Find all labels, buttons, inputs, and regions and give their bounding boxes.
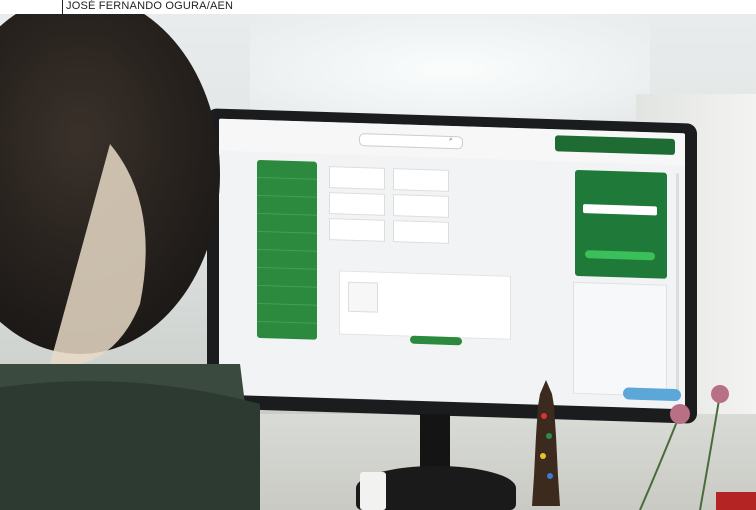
screen-tracking-panel bbox=[575, 169, 667, 279]
screen-tracking-button bbox=[585, 250, 655, 261]
monitor-screen: ⌕ bbox=[219, 118, 685, 410]
screen-card bbox=[393, 168, 450, 192]
screen-search-bar bbox=[359, 133, 463, 150]
screen-section-cards bbox=[327, 164, 513, 256]
screen-registry-logo bbox=[348, 281, 378, 313]
screen-card bbox=[329, 166, 385, 190]
screen-tracking-input bbox=[583, 204, 657, 216]
screen-section-registry bbox=[327, 258, 513, 384]
screen-sidebar-item bbox=[257, 159, 317, 180]
person-silhouette bbox=[0, 14, 260, 510]
screen-sidebar-item bbox=[257, 195, 317, 216]
screen-sidebar-item bbox=[257, 213, 317, 234]
screen-sidebar-item bbox=[257, 249, 317, 270]
background-window-light bbox=[250, 14, 650, 124]
screen-card bbox=[393, 220, 450, 244]
screen-header: ⌕ bbox=[219, 118, 685, 166]
screen-sidebar bbox=[257, 159, 317, 340]
screen-sidebar-item bbox=[257, 267, 317, 288]
screen-scrollbar bbox=[676, 173, 679, 394]
photo-credit: JOSÉ FERNANDO OGURA/AEN bbox=[66, 0, 234, 12]
screen-top-badge bbox=[555, 135, 675, 156]
power-plug bbox=[360, 472, 386, 510]
screen-card bbox=[329, 218, 385, 242]
screen-registry-button bbox=[410, 335, 462, 346]
decorative-figurine bbox=[532, 380, 560, 506]
screen-card bbox=[393, 194, 450, 218]
screen-registry-card bbox=[339, 270, 511, 346]
search-icon: ⌕ bbox=[449, 135, 453, 144]
screen-sidebar-item bbox=[257, 177, 317, 198]
screen-card bbox=[329, 192, 385, 216]
screen-sidebar-item bbox=[257, 303, 317, 324]
photo: ⌕ bbox=[0, 14, 756, 510]
screen-sidebar-item bbox=[257, 285, 317, 306]
credit-bar: JOSÉ FERNANDO OGURA/AEN bbox=[0, 0, 756, 14]
screen-sidebar-item bbox=[257, 231, 317, 252]
credit-divider bbox=[62, 0, 63, 14]
orchid-plant bbox=[639, 385, 756, 510]
